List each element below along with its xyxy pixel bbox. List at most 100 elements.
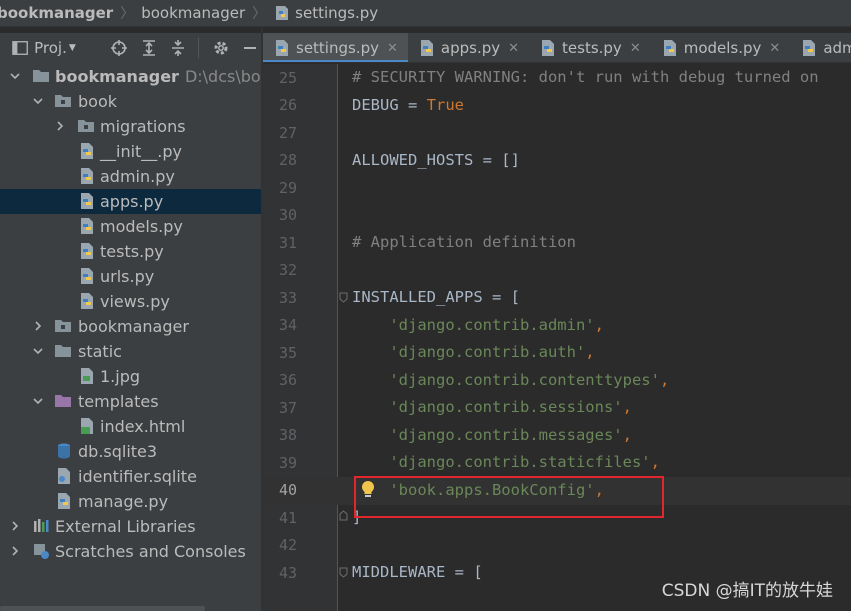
- python-file-icon: [81, 168, 93, 184]
- line-number: 27: [278, 124, 297, 142]
- tree-item-scratches[interactable]: Scratches and Consoles: [0, 539, 261, 564]
- tree-item-apps[interactable]: apps.py: [0, 189, 261, 214]
- tree-item-index-html[interactable]: index.html: [0, 414, 261, 439]
- breadcrumb-project[interactable]: bookmanager: [0, 4, 113, 22]
- breadcrumb-separator-icon: 〉: [120, 6, 135, 22]
- tab-apps[interactable]: apps.py ✕: [408, 33, 529, 62]
- tree-item-init[interactable]: __init__.py: [0, 139, 261, 164]
- tree-item-label: bookmanagerD:\dcs\book: [55, 67, 261, 86]
- tree-item-external-libraries[interactable]: External Libraries: [0, 514, 261, 539]
- code-line[interactable]: # Application definition: [352, 233, 576, 251]
- gutter-border: [337, 64, 338, 611]
- chevron-down-icon[interactable]: [9, 70, 21, 82]
- project-tree: bookmanagerD:\dcs\book book migrations _…: [0, 63, 261, 611]
- tree-item-tests[interactable]: tests.py: [0, 239, 261, 264]
- tab-label: tests.py: [562, 39, 622, 57]
- python-file-icon: [81, 143, 93, 159]
- code-line[interactable]: INSTALLED_APPS = [: [352, 288, 520, 306]
- tree-item-identifier[interactable]: identifier.sqlite: [0, 464, 261, 489]
- tree-item-bookmanager-package[interactable]: bookmanager: [0, 314, 261, 339]
- tab-admin[interactable]: adm: [790, 33, 851, 62]
- code-string: 'django.contrib.staticfiles': [352, 453, 651, 471]
- fold-marker-icon[interactable]: [339, 510, 348, 521]
- tab-tests[interactable]: tests.py ✕: [529, 33, 651, 62]
- project-toolbar: Proj. ▼: [0, 33, 261, 63]
- code-line[interactable]: DEBUG = True: [352, 96, 464, 114]
- tree-item-models[interactable]: models.py: [0, 214, 261, 239]
- code-string: 'django.contrib.sessions': [352, 398, 623, 416]
- code-line[interactable]: 'django.contrib.contenttypes',: [352, 371, 669, 389]
- python-file-icon: [81, 268, 93, 284]
- locate-button[interactable]: [109, 36, 131, 60]
- chevron-right-icon[interactable]: [9, 545, 21, 557]
- breadcrumb-file[interactable]: settings.py: [295, 4, 378, 22]
- code-line[interactable]: # SECURITY WARNING: don't run with debug…: [352, 68, 819, 86]
- chevron-down-icon[interactable]: [32, 345, 44, 357]
- code-line[interactable]: 'django.contrib.auth',: [352, 343, 594, 361]
- line-number-current: 40: [278, 481, 297, 499]
- tree-item-templates[interactable]: templates: [0, 389, 261, 414]
- project-view-dropdown[interactable]: Proj. ▼: [34, 39, 100, 57]
- chevron-down-icon[interactable]: [32, 95, 44, 107]
- tree-item-static[interactable]: static: [0, 339, 261, 364]
- breadcrumb-separator-icon: 〉: [252, 6, 267, 22]
- code-line[interactable]: 'django.contrib.messages',: [352, 426, 632, 444]
- code-line[interactable]: 'django.contrib.sessions',: [352, 398, 632, 416]
- collapse-all-button[interactable]: [168, 36, 190, 60]
- tree-item-views[interactable]: views.py: [0, 289, 261, 314]
- fold-marker-icon[interactable]: [339, 567, 348, 578]
- tree-item-label: book: [78, 92, 117, 111]
- minimize-icon: [244, 47, 257, 49]
- tree-item-db[interactable]: db.sqlite3: [0, 439, 261, 464]
- tree-item-root[interactable]: bookmanagerD:\dcs\book: [0, 64, 261, 89]
- code-editor[interactable]: 25 26 27 28 29 30 31 32 33 34 35 36 37 3…: [263, 64, 851, 611]
- watermark: CSDN @搞IT的放牛娃: [661, 581, 833, 601]
- line-number: 38: [278, 426, 297, 444]
- package-folder-icon: [55, 95, 71, 107]
- tree-item-manage[interactable]: manage.py: [0, 489, 261, 514]
- tab-label: adm: [823, 39, 851, 57]
- code-line[interactable]: MIDDLEWARE = [: [352, 563, 483, 581]
- expand-all-button[interactable]: [138, 36, 160, 60]
- tree-item-migrations[interactable]: migrations: [0, 114, 261, 139]
- code-line[interactable]: 'django.contrib.admin',: [352, 316, 604, 334]
- python-file-icon: [803, 40, 816, 56]
- code-punctuation: ,: [622, 398, 632, 416]
- fold-marker-icon[interactable]: [339, 292, 348, 303]
- line-number: 30: [278, 206, 297, 224]
- line-number: 34: [278, 316, 297, 334]
- code-line[interactable]: ALLOWED_HOSTS = []: [352, 151, 520, 169]
- close-icon[interactable]: ✕: [387, 41, 398, 56]
- close-icon[interactable]: ✕: [769, 41, 780, 56]
- line-number: 31: [278, 234, 297, 252]
- python-file-icon: [81, 193, 93, 209]
- tree-item-label: tests.py: [100, 242, 164, 261]
- close-icon[interactable]: ✕: [508, 41, 519, 56]
- chevron-right-icon[interactable]: [54, 120, 66, 132]
- code-token: DEBUG =: [352, 96, 427, 114]
- python-file-icon: [276, 40, 288, 56]
- hide-button[interactable]: [239, 36, 261, 60]
- tab-settings[interactable]: settings.py ✕: [263, 33, 408, 62]
- tree-item-urls[interactable]: urls.py: [0, 264, 261, 289]
- chevron-right-icon[interactable]: [9, 520, 21, 532]
- tree-item-book[interactable]: book: [0, 89, 261, 114]
- package-folder-icon: [78, 120, 94, 132]
- tree-item-image[interactable]: 1.jpg: [0, 364, 261, 389]
- tree-item-label: templates: [78, 392, 159, 411]
- code-line[interactable]: 'django.contrib.staticfiles',: [352, 453, 660, 471]
- tree-item-admin[interactable]: admin.py: [0, 164, 261, 189]
- code-string: 'django.contrib.auth': [352, 343, 586, 361]
- breadcrumb-folder[interactable]: bookmanager: [141, 4, 245, 22]
- chevron-right-icon[interactable]: [32, 320, 44, 332]
- tab-models[interactable]: models.py ✕: [651, 33, 791, 62]
- settings-button[interactable]: [210, 36, 232, 60]
- line-number: 43: [278, 564, 297, 582]
- close-icon[interactable]: ✕: [630, 41, 641, 56]
- tree-item-label: models.py: [100, 217, 183, 236]
- chevron-down-icon[interactable]: [32, 395, 44, 407]
- toolbar-divider: [198, 38, 199, 58]
- code-string: 'django.contrib.contenttypes': [352, 371, 660, 389]
- horizontal-scrollbar[interactable]: [0, 606, 205, 611]
- folder-icon: [55, 345, 71, 357]
